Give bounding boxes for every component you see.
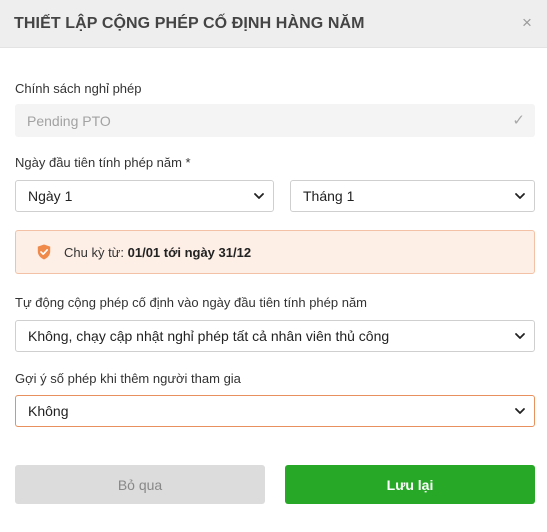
save-button[interactable]: Lưu lại [285,465,535,504]
suggest-select[interactable]: Không [15,395,535,427]
chevron-down-icon [515,408,525,414]
auto-accrue-select[interactable]: Không, chạy cập nhật nghỉ phép tất cả nh… [15,320,535,352]
suggest-label: Gợi ý số phép khi thêm người tham gia [15,371,241,386]
dialog-title: THIẾT LẬP CỘNG PHÉP CỐ ĐỊNH HÀNG NĂM [14,14,365,32]
policy-value: Pending PTO [27,112,111,129]
policy-field: Pending PTO ✓ [15,104,535,137]
suggest-value: Không [28,403,69,419]
skip-button[interactable]: Bỏ qua [15,465,265,504]
cycle-info-text: Chu kỳ từ: 01/01 tới ngày 31/12 [64,245,251,260]
chevron-down-icon [515,333,525,339]
month-select-value: Tháng 1 [303,188,355,204]
auto-accrue-label: Tự động cộng phép cố định vào ngày đầu t… [15,295,368,310]
check-icon: ✓ [512,112,525,129]
day-select-value: Ngày 1 [28,188,73,204]
cycle-prefix: Chu kỳ từ: [64,244,128,260]
cycle-range: 01/01 tới ngày 31/12 [127,244,252,260]
auto-accrue-value: Không, chạy cập nhật nghỉ phép tất cả nh… [28,328,390,344]
first-day-label: Ngày đầu tiên tính phép năm * [15,155,191,170]
policy-label: Chính sách nghỉ phép [15,81,142,96]
cycle-info-box: Chu kỳ từ: 01/01 tới ngày 31/12 [15,230,535,274]
shield-check-icon [37,244,51,260]
month-select[interactable]: Tháng 1 [290,180,535,212]
chevron-down-icon [515,193,525,199]
day-select[interactable]: Ngày 1 [15,180,274,212]
dialog-header: THIẾT LẬP CỘNG PHÉP CỐ ĐỊNH HÀNG NĂM × [0,0,547,48]
close-icon[interactable]: × [517,13,537,33]
chevron-down-icon [254,193,264,199]
